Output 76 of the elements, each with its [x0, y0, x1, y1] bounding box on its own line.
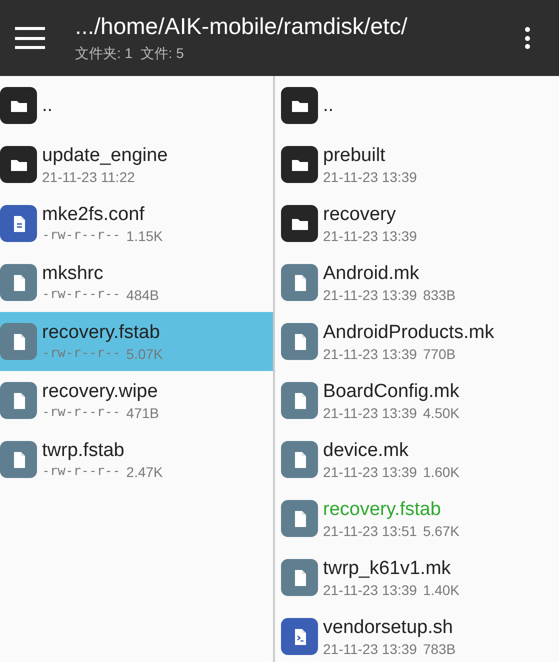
folder-summary: 文件夹: 1 文件: 5 [75, 44, 185, 63]
file-name: AndroidProducts.mk [323, 322, 494, 342]
file-permissions: -rw-r--r-- [42, 288, 120, 302]
file-date: 21-11-23 13:51 [323, 524, 417, 538]
file-row[interactable]: mkshrc -rw-r--r-- 484B [0, 253, 273, 312]
file-row[interactable]: recovery.fstab -rw-r--r-- 5.07K [0, 312, 273, 371]
file-permissions: -rw-r--r-- [42, 406, 120, 420]
file-date: 21-11-23 13:39 [323, 582, 417, 596]
folder-icon [281, 146, 318, 183]
file-name: Android.mk [323, 264, 420, 282]
file-row[interactable]: Android.mk 21-11-23 13:39 833B [275, 253, 559, 312]
file-size: 2.47K [126, 464, 163, 478]
file-size: 484B [126, 288, 159, 302]
file-row[interactable]: twrp_k61v1.mk 21-11-23 13:39 1.40K [275, 548, 559, 607]
file-row[interactable]: BoardConfig.mk 21-11-23 13:39 4.50K [275, 371, 559, 430]
file-icon [281, 559, 318, 596]
file-name: recovery.fstab [42, 322, 161, 342]
file-permissions: -rw-r--r-- [42, 228, 120, 242]
file-size: 783B [422, 642, 456, 656]
more-icon[interactable] [524, 27, 530, 49]
file-row[interactable]: .. [275, 76, 559, 135]
file-name: recovery.wipe [42, 382, 159, 400]
file-row[interactable]: mke2fs.conf -rw-r--r-- 1.15K [0, 194, 273, 253]
file-date: 21-11-23 13:39 [323, 170, 417, 184]
folder-icon [281, 87, 318, 124]
file-row[interactable]: update_engine 21-11-23 11:22 [0, 135, 273, 194]
file-row[interactable]: device.mk 21-11-23 13:39 1.60K [275, 430, 559, 489]
file-name: vendorsetup.sh [323, 618, 454, 636]
file-name: update_engine [42, 146, 168, 164]
file-date: 21-11-23 13:39 [323, 288, 417, 302]
file-date: 21-11-23 13:39 [323, 464, 417, 478]
file-icon [281, 382, 318, 419]
file-row[interactable]: .. [0, 76, 273, 135]
file-size: 1.40K [422, 582, 460, 596]
file-date: 21-11-23 13:39 [323, 642, 417, 656]
file-row[interactable]: prebuilt 21-11-23 13:39 [275, 135, 559, 194]
file-icon [281, 264, 318, 301]
file-size: 471B [126, 406, 159, 420]
file-date: 21-11-23 11:22 [42, 170, 135, 184]
file-row[interactable]: recovery 21-11-23 13:39 [275, 194, 559, 253]
file-name: BoardConfig.mk [323, 382, 460, 400]
file-size: 4.50K [422, 406, 460, 420]
file-size: 5.07K [126, 346, 163, 360]
menu-icon[interactable] [15, 27, 45, 49]
file-date: 21-11-23 13:39 [323, 228, 417, 242]
file-icon [281, 323, 318, 360]
file-size: 5.67K [422, 524, 460, 538]
file-name: prebuilt [323, 146, 386, 164]
file-row[interactable]: recovery.wipe -rw-r--r-- 471B [0, 371, 273, 430]
file-date: 21-11-23 13:39 [323, 406, 417, 420]
file-icon [281, 500, 318, 537]
file-row[interactable]: AndroidProducts.mk 21-11-23 13:39 770B [275, 312, 559, 371]
file-row[interactable]: recovery.fstab 21-11-23 13:51 5.67K [275, 489, 559, 548]
file-row[interactable]: twrp.fstab -rw-r--r-- 2.47K [0, 430, 273, 489]
file-date: 21-11-23 13:39 [323, 346, 417, 360]
file-icon [0, 323, 37, 360]
file-name: mke2fs.conf [42, 204, 146, 224]
file-name: twrp.fstab [42, 440, 126, 460]
file-icon [281, 441, 318, 478]
file-name: twrp_k61v1.mk [323, 558, 452, 578]
folder-icon [281, 205, 318, 242]
file-size: 770B [422, 346, 456, 360]
file-size: 1.15K [126, 228, 163, 242]
path-title: .../home/AIK-mobile/ramdisk/etc/ [75, 12, 408, 41]
file-name: mkshrc [42, 264, 104, 282]
file-name: recovery [323, 204, 397, 224]
file-permissions: -rw-r--r-- [42, 464, 120, 478]
file-name: .. [323, 96, 334, 115]
file-name: .. [42, 96, 53, 115]
file-size: 1.60K [422, 464, 460, 478]
file-name: device.mk [323, 440, 410, 460]
file-permissions: -rw-r--r-- [42, 346, 120, 360]
file-size: 833B [422, 288, 456, 302]
file-row[interactable]: vendorsetup.sh 21-11-23 13:39 783B [275, 607, 559, 662]
script-icon [281, 618, 318, 655]
file-name: recovery.fstab [323, 500, 442, 518]
